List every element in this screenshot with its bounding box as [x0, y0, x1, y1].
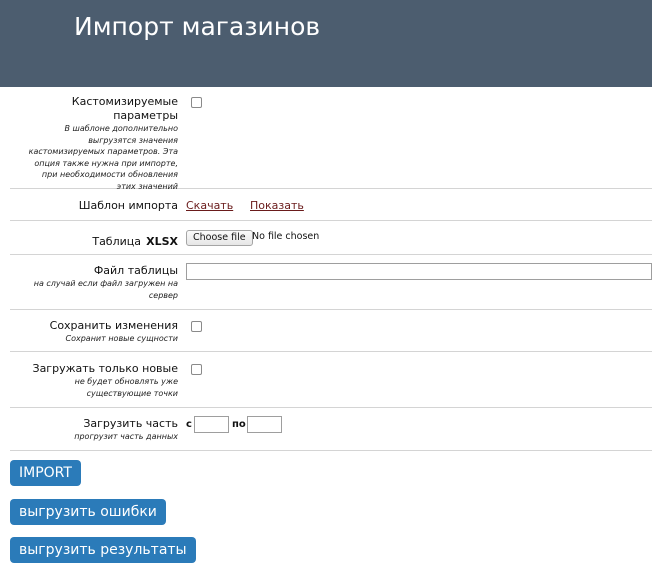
show-template-link[interactable]: Показать: [250, 199, 304, 212]
table-file-label-block: Файл таблицы на случай если файл загруже…: [10, 264, 178, 301]
part-to-label: по: [232, 419, 246, 430]
custom-params-hint-4: опция также нужна при импорте,: [34, 158, 178, 168]
page-title: Импорт магазинов: [74, 12, 321, 41]
template-label: Шаблон импорта: [78, 199, 178, 212]
file-status: No file chosen: [252, 231, 320, 242]
load-part-label-block: Загрузить часть прогрузит часть данных: [10, 417, 178, 443]
custom-params-hint-3: кастомизируемых параметров. Эта: [28, 147, 178, 157]
row-only-new: Загружать только новые не будет обновлят…: [10, 352, 652, 408]
table-label-prefix: Таблица: [92, 235, 141, 248]
part-from-label: с: [186, 419, 192, 430]
row-load-part: Загрузить часть прогрузит часть данных с…: [10, 408, 652, 451]
row-table: Таблица XLSX Choose file No file chosen: [10, 221, 652, 255]
custom-params-hint-2: выгрузятся значения: [88, 135, 178, 145]
only-new-label-block: Загружать только новые не будет обновлят…: [10, 362, 178, 399]
import-button[interactable]: IMPORT: [10, 460, 81, 486]
download-template-link[interactable]: Скачать: [186, 199, 233, 212]
save-changes-label: Сохранить изменения: [49, 319, 178, 332]
row-table-file: Файл таблицы на случай если файл загруже…: [10, 255, 652, 310]
row-template: Шаблон импорта Скачать Показать: [10, 189, 652, 221]
export-errors-button[interactable]: выгрузить ошибки: [10, 499, 166, 525]
part-to-input[interactable]: [247, 416, 282, 433]
save-changes-label-block: Сохранить изменения Сохранит новые сущно…: [10, 319, 178, 345]
custom-params-label-block: Кастомизируемые параметры В шаблоне допо…: [10, 95, 178, 193]
only-new-checkbox[interactable]: [191, 364, 202, 375]
export-results-button[interactable]: выгрузить результаты: [10, 537, 196, 563]
only-new-hint-2: существующие точки: [86, 388, 178, 398]
save-changes-checkbox[interactable]: [191, 321, 202, 332]
template-label-block: Шаблон импорта: [10, 199, 178, 213]
row-save-changes: Сохранить изменения Сохранит новые сущно…: [10, 310, 652, 352]
table-label-block: Таблица XLSX: [10, 230, 178, 249]
part-from-input[interactable]: [194, 416, 229, 433]
table-file-hint-2: сервер: [148, 290, 178, 300]
only-new-hint-1: не будет обновлять уже: [74, 377, 178, 386]
save-changes-hint: Сохранит новые сущности: [65, 334, 179, 343]
table-file-input[interactable]: [186, 263, 652, 280]
table-file-hint-1: на случай если файл загружен на: [33, 279, 178, 288]
table-file-label: Файл таблицы: [93, 264, 178, 277]
custom-params-hint-5: при необходимости обновления: [41, 170, 178, 180]
table-label-format: XLSX: [146, 235, 178, 248]
choose-file-button[interactable]: Choose file: [186, 230, 253, 246]
load-part-hint: прогрузит часть данных: [74, 432, 178, 441]
row-custom-params: Кастомизируемые параметры В шаблоне допо…: [10, 87, 652, 191]
page-header: Импорт магазинов: [0, 0, 652, 87]
custom-params-hint-1: В шаблоне дополнительно: [64, 124, 178, 133]
load-part-label: Загрузить часть: [83, 417, 178, 430]
only-new-label: Загружать только новые: [32, 362, 178, 375]
custom-params-checkbox[interactable]: [191, 97, 202, 108]
custom-params-label: Кастомизируемые параметры: [71, 95, 178, 122]
